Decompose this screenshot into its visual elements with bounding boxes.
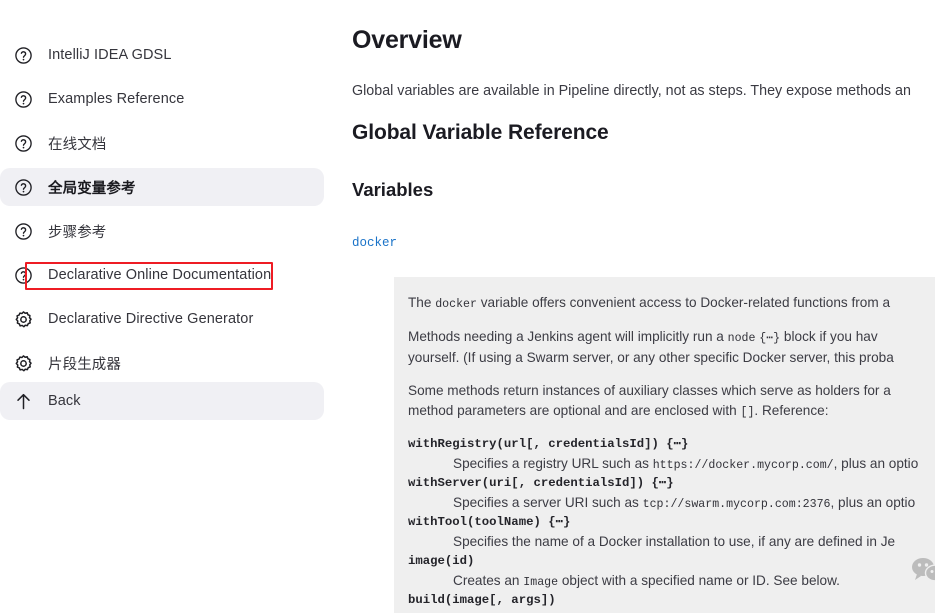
desc-pre: Creates an (453, 572, 524, 588)
doc-p2-pre: Methods needing a Jenkins agent will imp… (408, 329, 728, 345)
sidebar-item-label: 步骤参考 (48, 224, 107, 241)
sidebar-item-3[interactable]: Declarative Directive Generator (0, 300, 324, 338)
sidebar-item-1[interactable]: Back (0, 382, 324, 420)
brackets-inline-code: [] (740, 405, 755, 419)
question-circle-icon (10, 86, 36, 112)
variables-heading: Variables (352, 179, 434, 200)
sidebar-item-label: Declarative Online Documentation (48, 267, 272, 283)
desc-post: , plus an optio (833, 455, 919, 471)
desc-inline-code: https://docker.mycorp.com/ (652, 458, 834, 472)
sidebar-item-label: Declarative Directive Generator (48, 311, 254, 327)
question-circle-icon (10, 262, 36, 288)
method-description: Specifies a registry URL such as https:/… (453, 454, 935, 474)
sidebar-item-label: IntelliJ IDEA GDSL (48, 47, 172, 63)
docker-inline-code: docker (435, 298, 477, 311)
sidebar-navigation: IntelliJ IDEA GDSL Examples Reference 在线文档… (0, 0, 340, 613)
doc-p3-line2-pre: method parameters are optional and are e… (408, 402, 741, 418)
page-title: Overview (352, 26, 462, 54)
method-signature: build(image[, args]) (408, 593, 556, 608)
method-reference-list: withRegistry(url[, credentialsId]) {⋯} Sp… (408, 435, 935, 610)
sidebar-item-label: 全局变量参考 (48, 180, 136, 197)
sidebar-item-9[interactable]: IntelliJ IDEA GDSL (0, 36, 324, 74)
method-signature: image(id) (408, 554, 475, 569)
desc-pre: Specifies a registry URL such as (453, 455, 653, 471)
desc-pre: Specifies the name of a Docker installat… (453, 533, 896, 549)
desc-post: object with a specified name or ID. See … (558, 572, 840, 588)
docker-variable-link[interactable]: docker (352, 236, 397, 250)
node-inline-code: node (727, 332, 756, 346)
question-circle-icon (10, 42, 36, 68)
method-signature: withServer(uri[, credentialsId]) {⋯} (408, 476, 674, 491)
sidebar-item-5[interactable]: 步骤参考 (0, 212, 324, 250)
doc-paragraph-1: The docker variable offers convenient ac… (408, 293, 935, 313)
desc-post: , plus an optio (830, 494, 916, 510)
question-circle-icon (10, 130, 36, 156)
desc-inline-code: tcp://swarm.mycorp.com:2376 (642, 497, 831, 511)
doc-p2-line2: yourself. (If using a Swarm server, or a… (408, 349, 894, 365)
docker-documentation-panel: The docker variable offers convenient ac… (394, 277, 935, 613)
desc-pre: Specifies a server URI such as (453, 494, 643, 510)
sidebar-item-4[interactable]: Declarative Online Documentation (0, 256, 324, 294)
sidebar-item-label: 在线文档 (48, 136, 107, 153)
sidebar-item-2[interactable]: 片段生成器 (0, 344, 324, 382)
sidebar-item-label: 片段生成器 (48, 356, 121, 373)
doc-paragraph-3: Some methods return instances of auxilia… (408, 381, 935, 421)
method-signature: withTool(toolName) {⋯} (408, 515, 571, 530)
global-variable-reference-heading: Global Variable Reference (352, 121, 609, 144)
doc-p3-line2-post: . Reference: (754, 402, 829, 418)
method-description: Creates an Image object with a specified… (453, 571, 935, 591)
question-circle-icon (10, 218, 36, 244)
doc-p3-line1: Some methods return instances of auxilia… (408, 383, 891, 399)
doc-p1-post: variable offers convenient access to Doc… (476, 295, 891, 310)
gear-icon (10, 306, 36, 332)
doc-p1-pre: The (408, 295, 436, 310)
sidebar-item-label: Back (48, 393, 81, 409)
arrow-up-icon (10, 388, 36, 414)
main-content: Overview Global variables are available … (340, 0, 935, 613)
question-circle-icon (10, 174, 36, 200)
sidebar-item-label: Examples Reference (48, 91, 185, 107)
brace-ellipsis-code: {⋯} (759, 332, 781, 346)
method-description: Specifies a server URI such as tcp://swa… (453, 493, 935, 513)
sidebar-item-6[interactable]: 全局变量参考 (0, 168, 324, 206)
sidebar-item-7[interactable]: 在线文档 (0, 124, 324, 162)
method-description: Specifies the name of a Docker installat… (453, 532, 935, 552)
doc-paragraph-2: Methods needing a Jenkins agent will imp… (408, 327, 935, 367)
sidebar-item-8[interactable]: Examples Reference (0, 80, 324, 118)
app-window: IntelliJ IDEA GDSL Examples Reference 在线文档… (0, 0, 935, 613)
desc-inline-code: Image (523, 575, 559, 589)
doc-p2-post: block if you hav (780, 329, 878, 345)
gear-icon (10, 350, 36, 376)
method-signature: withRegistry(url[, credentialsId]) {⋯} (408, 436, 689, 451)
intro-paragraph: Global variables are available in Pipeli… (352, 83, 911, 99)
